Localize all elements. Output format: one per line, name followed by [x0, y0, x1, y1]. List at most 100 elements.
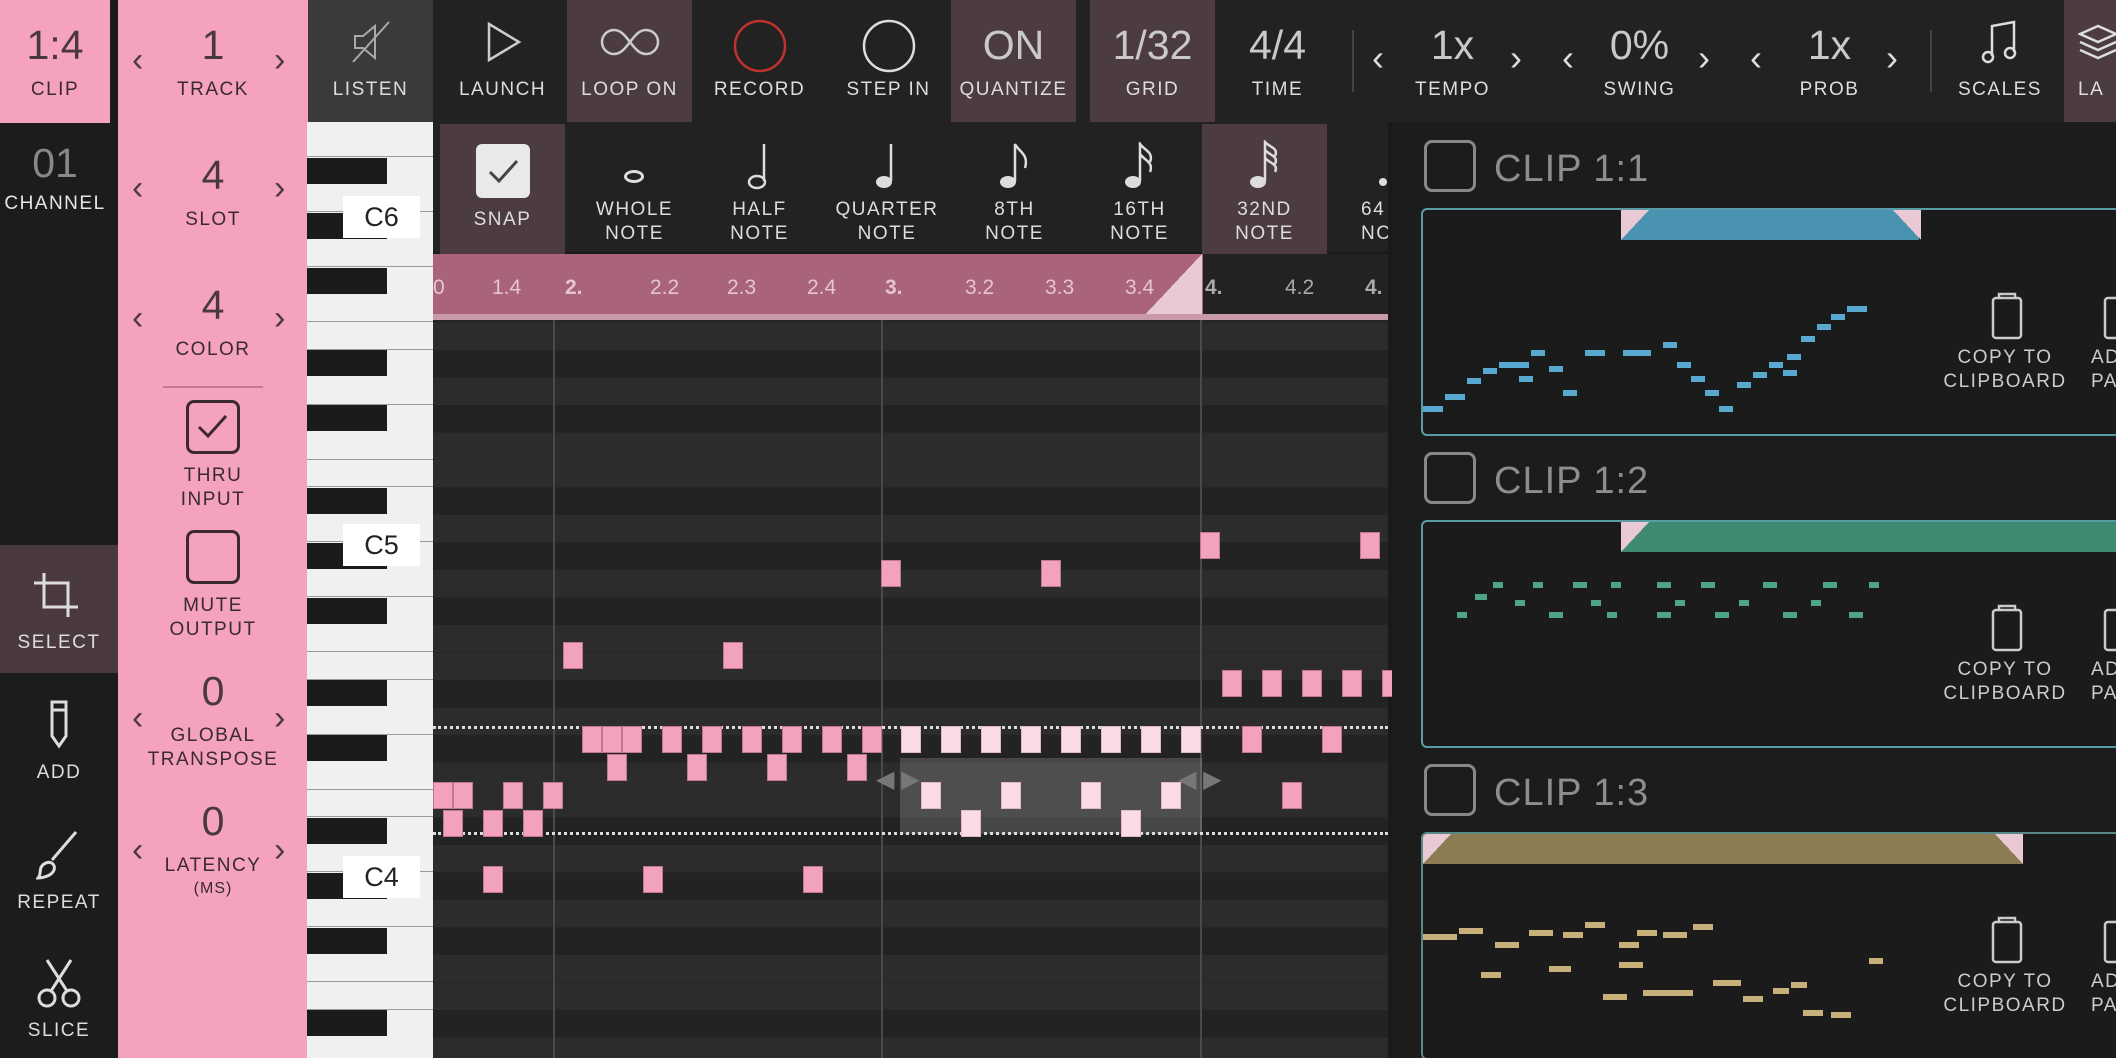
- add-pattern-button[interactable]: ADPAT: [2091, 658, 2116, 706]
- prob-prev-arrow[interactable]: ‹: [1750, 38, 1762, 78]
- black-key[interactable]: [307, 487, 387, 514]
- scales-button[interactable]: SCALES: [1940, 0, 2060, 122]
- midi-note[interactable]: [847, 754, 867, 781]
- midi-note-selected[interactable]: [1161, 782, 1181, 809]
- midi-note[interactable]: [503, 782, 523, 809]
- white-key[interactable]: [307, 955, 433, 982]
- sixteenth-note-button[interactable]: 16TH NOTE: [1077, 124, 1202, 254]
- midi-note[interactable]: [1041, 560, 1061, 587]
- launch-button[interactable]: LAUNCH: [440, 0, 565, 122]
- midi-note-selected[interactable]: [1061, 726, 1081, 753]
- midi-note[interactable]: [662, 726, 682, 753]
- snap-button[interactable]: SNAP: [440, 124, 565, 254]
- midi-note[interactable]: [483, 866, 503, 893]
- white-key[interactable]: [307, 322, 433, 350]
- clip-2-checkbox[interactable]: [1424, 452, 1476, 504]
- black-key[interactable]: [307, 817, 387, 844]
- grid-button[interactable]: 1/32 GRID: [1090, 0, 1215, 122]
- half-note-button[interactable]: HALF NOTE: [697, 124, 822, 254]
- add-pattern-button[interactable]: ADPAT: [2091, 970, 2116, 1018]
- midi-note-selected[interactable]: [1001, 782, 1021, 809]
- white-key[interactable]: [307, 432, 433, 460]
- midi-note[interactable]: [582, 726, 602, 753]
- midi-note-selected[interactable]: [1021, 726, 1041, 753]
- clip-1-preview[interactable]: COPY TOCLIPBOARD ADPAT: [1421, 208, 2116, 436]
- midi-note[interactable]: [1242, 726, 1262, 753]
- midi-note[interactable]: [1302, 670, 1322, 697]
- white-key[interactable]: [307, 377, 433, 405]
- tool-repeat[interactable]: REPEAT: [0, 828, 118, 928]
- midi-note[interactable]: [1222, 670, 1242, 697]
- tool-select[interactable]: SELECT: [0, 545, 118, 673]
- white-key[interactable]: [307, 1037, 433, 1058]
- clip-1-checkbox[interactable]: [1424, 140, 1476, 192]
- midi-note-selected[interactable]: [961, 810, 981, 837]
- swing-next-arrow[interactable]: ›: [1698, 38, 1710, 78]
- white-key[interactable]: [307, 790, 433, 817]
- midi-note-selected[interactable]: [901, 726, 921, 753]
- midi-note[interactable]: [723, 642, 743, 669]
- midi-note[interactable]: [1200, 532, 1220, 559]
- midi-note[interactable]: [881, 560, 901, 587]
- copy-to-clipboard-button[interactable]: COPY TO CLIPBOARD: [1935, 346, 2075, 394]
- midi-note[interactable]: [443, 810, 463, 837]
- midi-note[interactable]: [563, 642, 583, 669]
- midi-note[interactable]: [643, 866, 663, 893]
- midi-note[interactable]: [803, 866, 823, 893]
- midi-note-selected[interactable]: [1081, 782, 1101, 809]
- midi-note-selected[interactable]: [941, 726, 961, 753]
- clip-2-preview[interactable]: COPY TOCLIPBOARD ADPAT: [1421, 520, 2116, 748]
- white-key[interactable]: [307, 707, 433, 735]
- black-key[interactable]: [307, 597, 387, 624]
- selection-left-handle[interactable]: ◀ ▶: [876, 765, 920, 794]
- thirty-second-note-button[interactable]: 32ND NOTE: [1202, 124, 1327, 254]
- white-key[interactable]: [307, 982, 433, 1010]
- midi-note-selected[interactable]: [1121, 810, 1141, 837]
- mute-output-checkbox[interactable]: [186, 530, 240, 584]
- midi-note[interactable]: [687, 754, 707, 781]
- white-key[interactable]: [307, 570, 433, 597]
- midi-note[interactable]: [1262, 670, 1282, 697]
- midi-note-selected[interactable]: [1141, 726, 1161, 753]
- white-key[interactable]: [307, 240, 433, 267]
- channel-selector[interactable]: 01 CHANNEL: [0, 140, 110, 240]
- black-key[interactable]: [307, 350, 387, 376]
- white-key[interactable]: [307, 625, 433, 652]
- black-key[interactable]: [307, 405, 387, 431]
- record-button[interactable]: RECORD: [697, 0, 822, 122]
- clip-3-checkbox[interactable]: [1424, 764, 1476, 816]
- prob-control[interactable]: 1x PROB: [1767, 0, 1892, 122]
- listen-button[interactable]: LISTEN: [308, 0, 433, 122]
- time-button[interactable]: 4/4 TIME: [1215, 0, 1340, 122]
- midi-note-selected[interactable]: [921, 782, 941, 809]
- tool-slice[interactable]: SLICE: [0, 958, 118, 1058]
- copy-to-clipboard-button[interactable]: COPY TO CLIPBOARD: [1935, 658, 2075, 706]
- midi-note[interactable]: [523, 810, 543, 837]
- step-in-button[interactable]: STEP IN: [826, 0, 951, 122]
- midi-note[interactable]: [1342, 670, 1362, 697]
- midi-note[interactable]: [767, 754, 787, 781]
- midi-note[interactable]: [622, 726, 642, 753]
- midi-note[interactable]: [1282, 782, 1302, 809]
- quantize-button[interactable]: ON QUANTIZE: [951, 0, 1076, 122]
- white-key[interactable]: [307, 130, 433, 157]
- tempo-next-arrow[interactable]: ›: [1510, 38, 1522, 78]
- white-key[interactable]: [307, 762, 433, 790]
- black-key[interactable]: [307, 1010, 387, 1036]
- black-key[interactable]: [307, 157, 387, 184]
- midi-note[interactable]: [453, 782, 473, 809]
- midi-note[interactable]: [782, 726, 802, 753]
- sixty-fourth-note-button[interactable]: 64 NC: [1327, 124, 1388, 254]
- tempo-prev-arrow[interactable]: ‹: [1372, 38, 1384, 78]
- black-key[interactable]: [307, 680, 387, 706]
- midi-note-selected[interactable]: [1101, 726, 1121, 753]
- swing-control[interactable]: 0% SWING: [1577, 0, 1702, 122]
- white-key[interactable]: [307, 295, 433, 322]
- add-pattern-button[interactable]: ADPAT: [2091, 346, 2116, 394]
- clip-3-preview[interactable]: COPY TOCLIPBOARD ADPAT: [1421, 832, 2116, 1058]
- midi-note[interactable]: [602, 726, 622, 753]
- midi-note[interactable]: [607, 754, 627, 781]
- quarter-note-button[interactable]: QUARTER NOTE: [822, 124, 952, 254]
- midi-note[interactable]: [1360, 532, 1380, 559]
- layers-button[interactable]: LA: [2064, 0, 2116, 122]
